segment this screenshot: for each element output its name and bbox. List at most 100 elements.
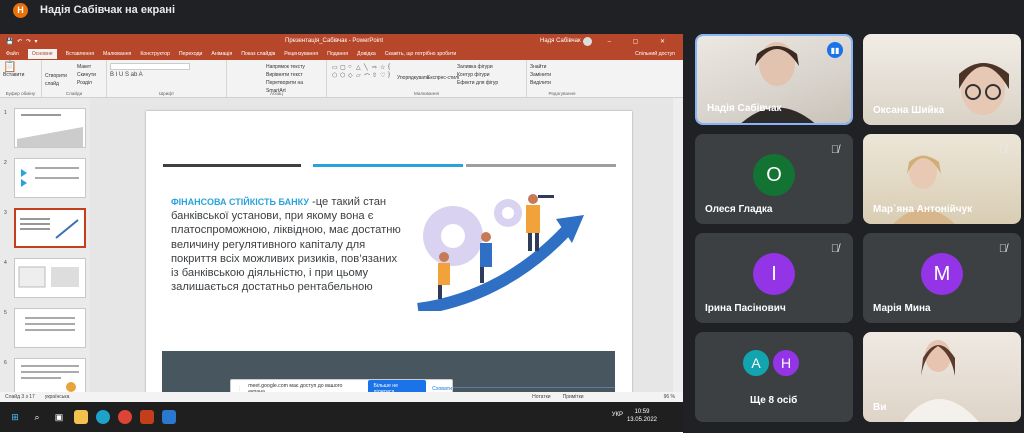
group-label: Малювання [413,91,440,96]
tab-home[interactable]: Основне [27,49,57,59]
text-direction-button[interactable]: Напрямок тексту [266,63,323,71]
shared-screen: 💾 ↶ ↷ ▾ Презентація_Сабівчак - PowerPoin… [0,34,683,433]
comments-button[interactable]: Примітки [563,394,584,400]
user-avatar[interactable] [583,36,592,46]
group-label: Абзац [270,91,283,96]
windows-taskbar: ⊞ ⌕ ▣ УКР 10:59 13.05.2022 [0,402,683,432]
tab-draw[interactable]: Малювання [103,51,131,57]
chrome-icon[interactable] [118,410,132,424]
slide-thumbnails: 1 2 3 4 5 6 [0,98,90,403]
participant-avatar: М [921,253,963,295]
participant-tile[interactable]: 🎙̸ Мар`яна Антонійчук [863,134,1021,224]
tab-design[interactable]: Конструктор [140,51,170,57]
select-button[interactable]: Виділити [530,79,594,87]
tab-insert[interactable]: Вставлення [66,51,94,57]
input-language[interactable]: УКР [612,412,623,418]
participant-tile[interactable]: О 🎙̸ Олеся Гладка [695,134,853,224]
slide-thumbnail-selected[interactable] [14,208,86,248]
current-slide[interactable]: ФІНАНСОВА СТІЙКІСТЬ БАНКУ -це такий стан… [146,111,632,420]
tab-transitions[interactable]: Переходи [179,51,203,57]
tab-slideshow[interactable]: Показ слайдів [241,51,275,57]
shapes-gallery[interactable]: ▭ ▢ ○ △ ╲ ⇨ ☆{ ⬠ ⬡ ◇ ▱ ⌒ ⇧ ♡} [332,64,395,81]
mic-off-icon: 🎙̸ [830,243,840,255]
task-view-icon[interactable]: ▣ [52,410,66,424]
layout-button[interactable]: Макет [77,63,103,71]
window-controls[interactable]: – ▢ ✕ [608,38,675,45]
paste-icon[interactable]: 📋 [3,62,38,73]
find-button[interactable]: Знайти [530,63,594,71]
shape-fill-button[interactable]: Заливка фігури [457,63,493,71]
tab-review[interactable]: Рецензування [284,51,318,57]
tell-me-search[interactable]: Скажіть, що потрібно зробити [385,51,457,57]
self-tile[interactable]: Ви [863,332,1021,422]
quick-access-icons[interactable]: 💾 ↶ ↷ ▾ [6,38,39,45]
tab-animations[interactable]: Анімація [211,51,232,57]
tab-file[interactable]: Файл [6,51,19,57]
slide-body-text: ФІНАНСОВА СТІЙКІСТЬ БАНКУ -це такий стан… [171,195,401,294]
thumb-number: 5 [4,310,7,316]
participant-name: Ірина Пасінович [705,303,786,314]
participant-name: Ви [873,402,887,413]
thumb-number: 3 [4,210,7,216]
arrange-button[interactable]: Упорядкувати [397,74,429,82]
share-button[interactable]: Спільний доступ [635,51,675,57]
windows-start-icon[interactable]: ⊞ [8,410,22,424]
group-label: Редагування [548,91,576,96]
section-button[interactable]: Розділ [77,79,103,87]
file-explorer-icon[interactable] [74,410,88,424]
thumbnail-graphic [20,218,79,239]
clock-time: 10:59 [634,409,650,415]
font-format-icons[interactable]: B I U S ab A [110,72,223,78]
ppt-status-bar: Слайд 3 з 17 українська Нотатки Примітки… [0,392,683,402]
notes-button[interactable]: Нотатки [532,394,550,400]
participant-name: Надія Сабівчак [707,103,782,114]
presenter-banner: Н Надія Сабівчак на екрані [0,0,1024,20]
slide-thumbnail[interactable] [14,108,86,148]
language-indicator[interactable]: українська [45,394,70,400]
app-icon[interactable] [162,410,176,424]
thumbnail-graphic [25,317,75,331]
more-participants-tile[interactable]: А Н Ще 8 осіб [695,332,853,422]
slide-deco-bar [466,164,616,167]
thumb-number: 6 [4,360,7,366]
align-text-button[interactable]: Вирівняти текст [266,71,323,79]
window-title: Презентація_Сабівчак - PowerPoint [285,38,384,44]
participant-avatar: Н [771,348,801,378]
powerpoint-icon[interactable] [140,410,154,424]
tab-view[interactable]: Подання [327,51,348,57]
search-icon[interactable]: ⌕ [30,410,44,424]
participant-tile[interactable]: ▮▮ Надія Сабівчак [695,34,853,125]
user-name: Надя Сабівчак [540,38,581,44]
presenter-avatar: Н [13,2,28,18]
shape-effects-button[interactable]: Ефекти для фігур [457,79,498,87]
participant-avatar: А [741,348,771,378]
participant-avatar: І [753,253,795,295]
group-label: Слайди [65,91,83,96]
slide-thumbnail[interactable] [14,158,86,198]
slide-deco-bar [163,164,301,167]
vertical-scrollbar[interactable] [673,98,683,403]
slide-thumbnail[interactable] [14,308,86,348]
edge-icon[interactable] [96,410,110,424]
mic-off-icon: 🎙̸ [998,243,1008,255]
font-name-select[interactable] [110,63,190,70]
reset-button[interactable]: Скинути [77,71,103,79]
participant-tile[interactable]: М 🎙̸ Марія Мина [863,233,1021,323]
clock[interactable]: 10:59 13.05.2022 [627,408,657,424]
self-video [863,332,1021,422]
new-slide-button[interactable]: Створити слайд [45,72,71,88]
clock-date: 13.05.2022 [626,417,657,423]
group-font: B I U S ab A Шрифт [107,60,227,97]
replace-button[interactable]: Замінити [530,71,594,79]
shape-outline-button[interactable]: Контур фігури [457,71,489,79]
ribbon: 📋 Вставити Буфер обміну Створити слайд М… [0,60,683,98]
group-label: Шрифт [158,91,175,96]
paste-button[interactable]: Вставити [3,71,38,79]
zoom-level[interactable]: 96 % [664,394,675,400]
quick-styles-button[interactable]: Експрес-стилі [427,74,459,82]
group-drawing: ▭ ▢ ○ △ ╲ ⇨ ☆{ ⬠ ⬡ ◇ ▱ ⌒ ⇧ ♡} Упорядкувати Експрес-с… [327,60,527,97]
slide-thumbnail[interactable] [14,258,86,298]
participant-tile[interactable]: І 🎙̸ Ірина Пасінович [695,233,853,323]
participant-tile[interactable]: Оксана Шийка [863,34,1021,125]
tab-help[interactable]: Довідка [357,51,376,57]
